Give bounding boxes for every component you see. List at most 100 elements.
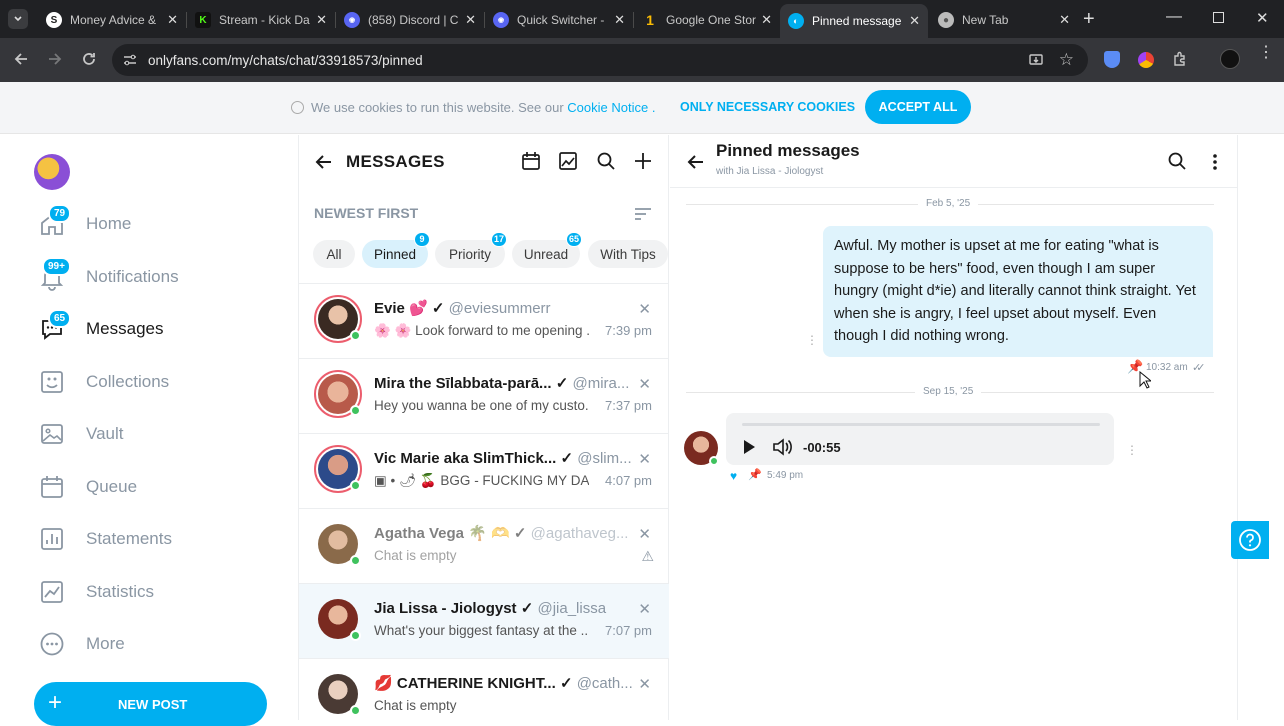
close-icon[interactable]: ✕ — [638, 375, 651, 393]
sidebar-item-home[interactable]: 79 Home — [38, 204, 131, 241]
verified-icon: ✓ — [520, 600, 534, 617]
mouse-cursor-icon — [1139, 371, 1151, 389]
filter-chip-pinned[interactable]: Pinned 9 — [362, 232, 430, 268]
sidebar-item-collections[interactable]: Collections — [38, 365, 169, 399]
url-bar[interactable]: onlyfans.com/my/chats/chat/33918573/pinn… — [112, 44, 1088, 76]
audio-progress-track[interactable] — [742, 423, 1100, 426]
close-icon[interactable]: ✕ — [638, 450, 651, 468]
filter-chip-all[interactable]: All — [313, 240, 355, 268]
search-icon[interactable] — [596, 151, 616, 171]
back-arrow-icon[interactable] — [314, 152, 334, 172]
conversation-row[interactable]: Evie 💕 ✓ @eviesummerr 🌸 🌸 Look forward t… — [299, 284, 669, 359]
browser-tab[interactable]: K Stream - Kick Da ✕ — [187, 6, 335, 34]
browser-tab-active[interactable]: ◐ Pinned message ✕ — [780, 4, 928, 38]
close-icon[interactable]: ✕ — [1059, 12, 1070, 28]
site-settings-icon[interactable] — [122, 52, 138, 68]
back-icon[interactable] — [12, 50, 30, 68]
bell-icon: 99+ — [38, 257, 71, 291]
filter-chip-with-tips[interactable]: With Tips — [588, 240, 668, 268]
tab-search-button[interactable] — [8, 9, 28, 29]
sidebar-item-queue[interactable]: Queue — [38, 470, 137, 504]
filter-chip-priority[interactable]: Priority 17 — [435, 232, 507, 268]
tab-title: Google One Stor — [666, 13, 757, 27]
browser-menu-icon[interactable]: ⋮ — [1258, 45, 1274, 61]
close-icon[interactable]: ✕ — [316, 12, 327, 28]
back-arrow-icon[interactable] — [686, 152, 706, 172]
chip-badge: 9 — [414, 232, 430, 247]
close-icon[interactable]: ✕ — [761, 12, 772, 28]
filter-chip-unread[interactable]: Unread 65 — [512, 232, 582, 268]
pin-icon[interactable]: 📌 — [748, 468, 762, 481]
forward-icon[interactable] — [46, 50, 64, 68]
new-message-plus-icon[interactable] — [633, 151, 653, 171]
conversation-name: 💋 CATHERINE KNIGHT... ✓ @cath... — [374, 675, 633, 692]
audio-message[interactable]: -00:55 — [726, 413, 1114, 465]
search-icon[interactable] — [1167, 151, 1187, 171]
sidebar-item-statements[interactable]: Statements — [38, 522, 172, 556]
conversation-row-selected[interactable]: Jia Lissa - Jiologyst ✓ @jia_lissa What'… — [299, 584, 669, 659]
help-button[interactable] — [1231, 521, 1269, 559]
close-icon[interactable]: ✕ — [638, 675, 651, 693]
extension-color-icon[interactable] — [1138, 52, 1154, 68]
browser-tab[interactable]: ◉ (858) Discord | C ✕ — [336, 6, 484, 34]
only-necessary-cookies-button[interactable]: ONLY NECESSARY COOKIES — [680, 100, 855, 114]
message-options-icon[interactable]: ⋮ — [806, 333, 818, 347]
avatar[interactable] — [34, 154, 70, 190]
vault-icon — [38, 420, 66, 448]
sort-label[interactable]: NEWEST FIRST — [314, 205, 418, 221]
message-options-icon[interactable]: ⋮ — [1126, 443, 1138, 457]
browser-tab[interactable]: ◉ Quick Switcher - ✕ — [485, 6, 633, 34]
message-bubble[interactable]: Awful. My mother is upset at me for eati… — [823, 226, 1213, 357]
conversation-row[interactable]: Agatha Vega 🌴 🫶 ✓ @agathaveg... Chat is … — [299, 509, 669, 584]
browser-tab[interactable]: 1 Google One Stor ✕ — [634, 6, 780, 34]
tab-title: (858) Discord | C — [368, 13, 459, 27]
new-post-button[interactable]: + NEW POST — [34, 682, 267, 726]
sort-icon[interactable] — [633, 206, 653, 222]
profile-avatar-icon[interactable] — [1220, 49, 1240, 69]
sidebar-item-notifications[interactable]: 99+ Notifications — [38, 257, 179, 294]
reload-icon[interactable] — [80, 50, 98, 68]
conversation-name: Mira the Sīlabbata-parā... ✓ @mira... — [374, 375, 630, 392]
close-icon[interactable]: ✕ — [638, 600, 651, 618]
close-icon[interactable]: ✕ — [638, 525, 651, 543]
sidebar-item-vault[interactable]: Vault — [38, 417, 124, 451]
play-icon[interactable] — [742, 439, 756, 455]
browser-tab[interactable]: ● New Tab ✕ — [930, 6, 1078, 34]
new-tab-icon[interactable]: + — [1083, 8, 1095, 31]
conversation-row[interactable]: 💋 CATHERINE KNIGHT... ✓ @cath... Chat is… — [299, 659, 669, 720]
more-options-icon[interactable] — [1210, 152, 1220, 172]
sidebar-item-statistics[interactable]: Statistics — [38, 575, 154, 609]
calendar-icon[interactable] — [521, 151, 541, 171]
avatar — [314, 670, 362, 718]
notification-badge: 99+ — [42, 257, 71, 276]
minimize-icon[interactable]: — — [1166, 8, 1182, 26]
accept-all-button[interactable]: ACCEPT ALL — [865, 90, 971, 124]
avatar — [314, 595, 362, 643]
url-text: onlyfans.com/my/chats/chat/33918573/pinn… — [148, 52, 423, 68]
chrome-icon: ● — [938, 12, 954, 28]
read-receipt-icon: ✓✓ — [1192, 362, 1206, 374]
sidebar-item-messages[interactable]: 65 Messages — [38, 309, 163, 346]
tab-title: New Tab — [962, 13, 1009, 27]
bookmark-star-icon[interactable]: ☆ — [1059, 50, 1074, 70]
conversation-time: 7:37 pm — [605, 398, 652, 413]
install-app-icon[interactable] — [1028, 52, 1044, 68]
cookie-notice-link[interactable]: Cookie Notice — [567, 100, 648, 115]
conversation-row[interactable]: Mira the Sīlabbata-parā... ✓ @mira... He… — [299, 359, 669, 434]
close-icon[interactable]: ✕ — [638, 300, 651, 318]
chat-icon: 65 — [38, 309, 72, 343]
heart-icon[interactable]: ♥ — [730, 469, 737, 483]
close-window-icon[interactable]: ✕ — [1256, 9, 1269, 27]
close-icon[interactable]: ✕ — [614, 12, 625, 28]
browser-tab[interactable]: S Money Advice & ✕ — [38, 6, 186, 34]
extensions-puzzle-icon[interactable] — [1171, 50, 1189, 68]
sidebar-item-more[interactable]: More — [38, 627, 125, 661]
close-icon[interactable]: ✕ — [909, 13, 920, 29]
image-chart-icon[interactable] — [558, 151, 578, 171]
close-icon[interactable]: ✕ — [465, 12, 476, 28]
volume-icon[interactable] — [772, 437, 792, 457]
conversation-row[interactable]: Vic Marie aka SlimThick... ✓ @slim... ▣ … — [299, 434, 669, 509]
extension-shield-icon[interactable] — [1104, 51, 1120, 68]
restore-icon[interactable] — [1213, 12, 1224, 23]
close-icon[interactable]: ✕ — [167, 12, 178, 28]
